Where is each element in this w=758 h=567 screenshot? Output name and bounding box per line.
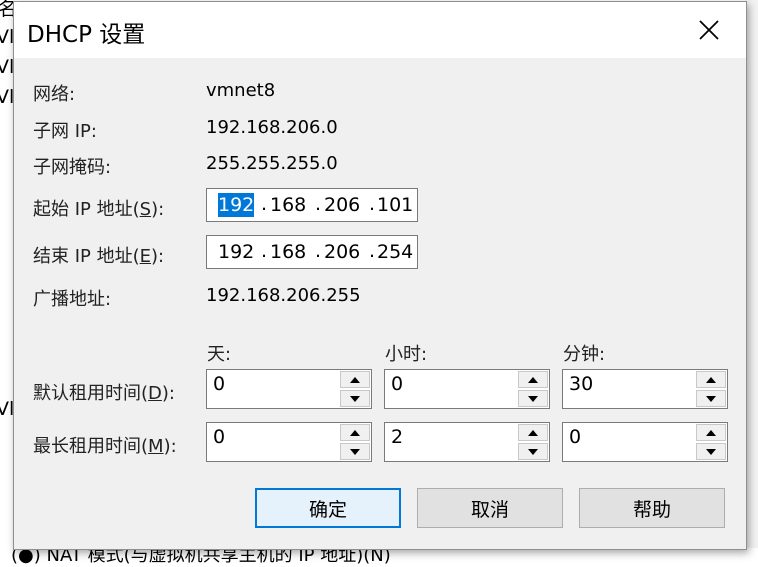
- default-lease-days-value[interactable]: 0: [213, 373, 225, 395]
- broadcast-value: 192.168.206.255: [206, 285, 361, 306]
- chevron-up-icon: [528, 376, 538, 383]
- max-lease-minutes-spinner[interactable]: 0: [562, 422, 728, 462]
- broadcast-label: 广播地址:: [33, 289, 112, 310]
- chevron-down-icon: [350, 448, 360, 455]
- subnet-mask-value: 255.255.255.0: [206, 153, 338, 174]
- decrement-button[interactable]: [518, 443, 548, 460]
- network-value: vmnet8: [206, 80, 276, 101]
- increment-button[interactable]: [518, 371, 548, 388]
- chevron-down-icon: [350, 395, 360, 402]
- start-ip-octet-3[interactable]: 206: [324, 193, 360, 217]
- default-lease-minutes-spinner[interactable]: 30: [562, 369, 728, 409]
- decrement-button[interactable]: [340, 443, 370, 460]
- chevron-up-icon: [528, 429, 538, 436]
- minutes-column-label: 分钟:: [563, 344, 606, 365]
- octet-separator: .: [261, 193, 268, 215]
- decrement-button[interactable]: [696, 390, 726, 407]
- end-ip-label: 结束 IP 地址(E):: [33, 246, 165, 267]
- end-ip-octet-1[interactable]: 192: [218, 240, 254, 264]
- decrement-button[interactable]: [340, 390, 370, 407]
- cancel-button[interactable]: 取消: [417, 488, 563, 528]
- default-lease-hours-spinner[interactable]: 0: [384, 369, 550, 409]
- hours-column-label: 小时:: [385, 344, 428, 365]
- max-lease-days-value[interactable]: 0: [213, 426, 225, 448]
- chevron-down-icon: [528, 448, 538, 455]
- chevron-up-icon: [350, 429, 360, 436]
- octet-separator: .: [261, 240, 268, 262]
- start-ip-octet-2[interactable]: 168: [270, 193, 306, 217]
- increment-button[interactable]: [340, 371, 370, 388]
- increment-button[interactable]: [696, 371, 726, 388]
- end-ip-octet-4[interactable]: 254: [377, 240, 413, 264]
- chevron-up-icon: [350, 376, 360, 383]
- max-lease-hours-value[interactable]: 2: [391, 426, 403, 448]
- decrement-button[interactable]: [696, 443, 726, 460]
- end-ip-octet-3[interactable]: 206: [324, 240, 360, 264]
- network-label: 网络:: [33, 84, 76, 105]
- octet-separator: .: [315, 193, 322, 215]
- chevron-down-icon: [706, 448, 716, 455]
- close-icon: [699, 20, 719, 40]
- chevron-down-icon: [706, 395, 716, 402]
- help-button[interactable]: 帮助: [579, 488, 725, 528]
- end-ip-octet-2[interactable]: 168: [270, 240, 306, 264]
- dhcp-settings-dialog: DHCP 设置 网络: vmnet8 子网 IP: 192.168.206.0 …: [13, 1, 747, 550]
- default-lease-label: 默认租用时间(D):: [33, 383, 175, 404]
- title-bar: DHCP 设置: [14, 2, 746, 58]
- max-lease-label: 最长租用时间(M):: [33, 436, 177, 457]
- octet-separator: .: [315, 240, 322, 262]
- start-ip-label: 起始 IP 地址(S):: [33, 199, 165, 220]
- start-ip-octet-1[interactable]: 192: [218, 193, 255, 217]
- chevron-up-icon: [706, 376, 716, 383]
- start-ip-field[interactable]: 192 . 168 . 206 . 101: [206, 188, 418, 222]
- start-ip-octet-4[interactable]: 101: [377, 193, 413, 217]
- default-lease-hours-value[interactable]: 0: [391, 373, 403, 395]
- default-lease-minutes-value[interactable]: 30: [569, 373, 593, 395]
- subnet-mask-label: 子网掩码:: [33, 157, 112, 178]
- end-ip-field[interactable]: 192 . 168 . 206 . 254: [206, 235, 418, 269]
- octet-separator: .: [369, 193, 376, 215]
- chevron-up-icon: [706, 429, 716, 436]
- days-column-label: 天:: [207, 344, 232, 365]
- subnet-ip-value: 192.168.206.0: [206, 117, 338, 138]
- close-button[interactable]: [684, 8, 734, 52]
- octet-separator: .: [369, 240, 376, 262]
- increment-button[interactable]: [518, 424, 548, 441]
- dialog-title: DHCP 设置: [27, 22, 146, 48]
- default-lease-days-spinner[interactable]: 0: [206, 369, 372, 409]
- max-lease-hours-spinner[interactable]: 2: [384, 422, 550, 462]
- subnet-ip-label: 子网 IP:: [33, 121, 97, 142]
- decrement-button[interactable]: [518, 390, 548, 407]
- increment-button[interactable]: [340, 424, 370, 441]
- chevron-down-icon: [528, 395, 538, 402]
- max-lease-minutes-value[interactable]: 0: [569, 426, 581, 448]
- max-lease-days-spinner[interactable]: 0: [206, 422, 372, 462]
- ok-button[interactable]: 确定: [255, 488, 401, 528]
- increment-button[interactable]: [696, 424, 726, 441]
